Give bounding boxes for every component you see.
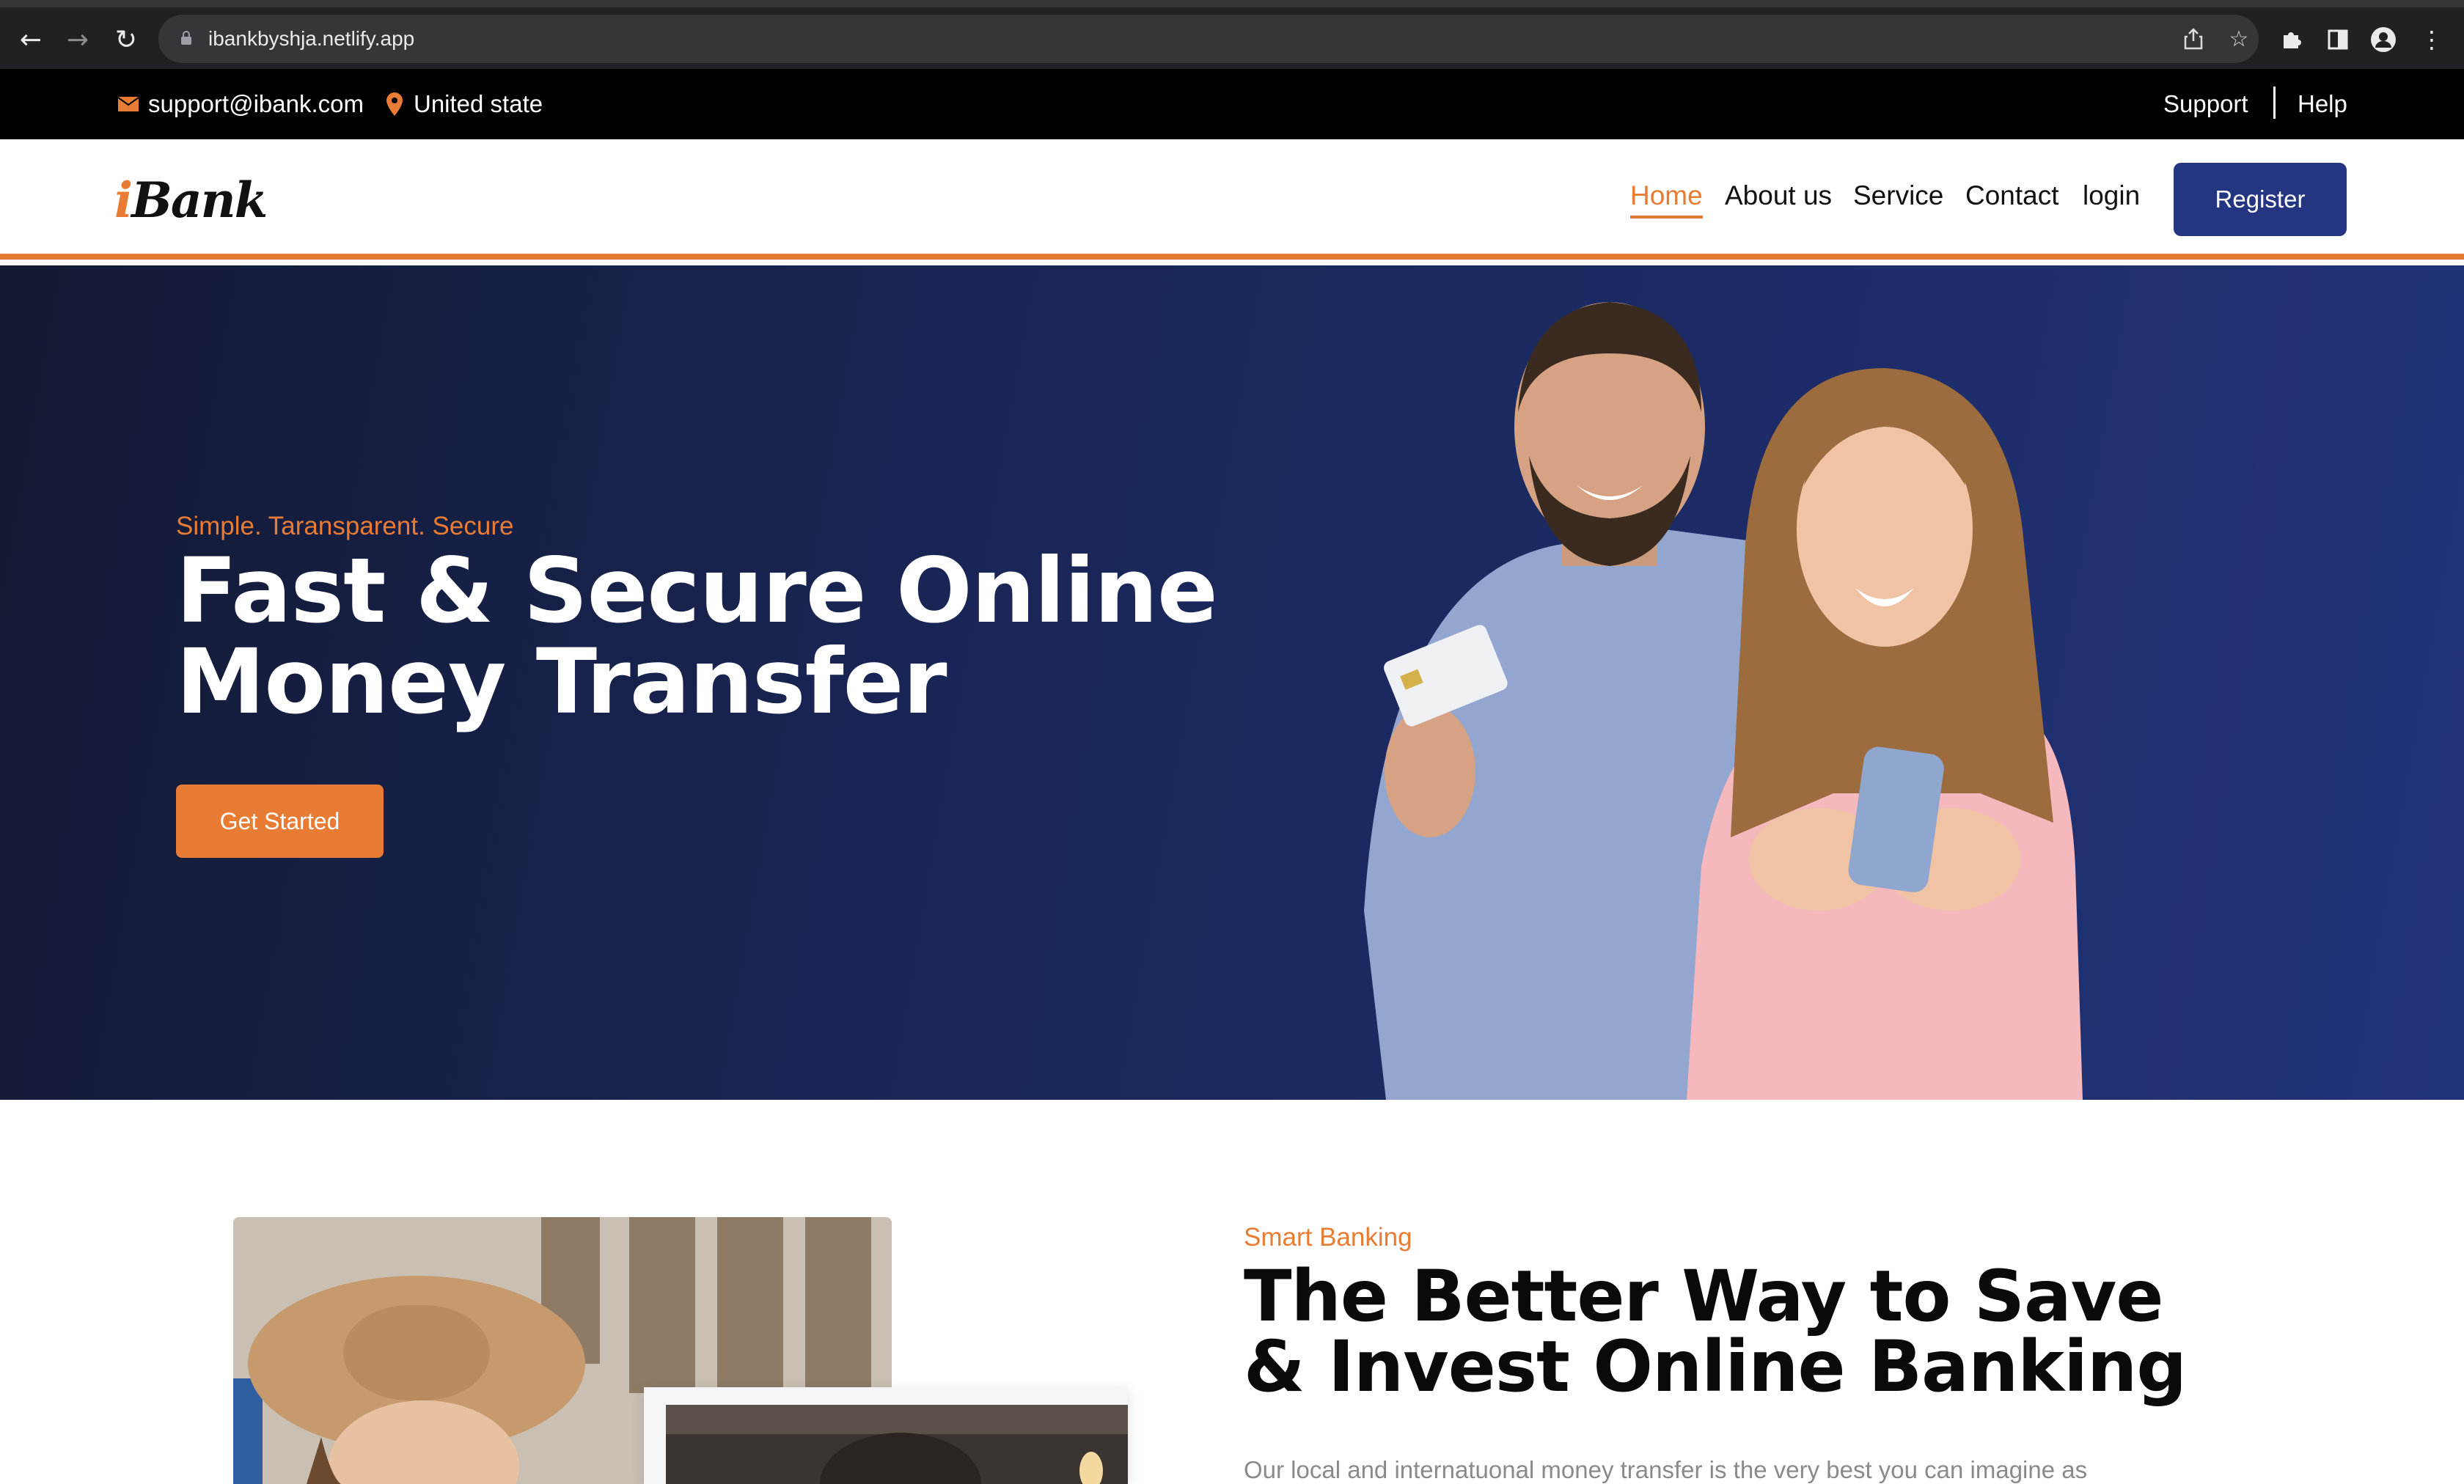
puzzle-icon[interactable] <box>2275 23 2307 56</box>
nav-service[interactable]: Service <box>1853 180 1943 211</box>
hero-title: Fast & Secure Online Money Transfer <box>176 539 1218 734</box>
couple-image <box>666 1405 1128 1484</box>
secondary-image-card <box>644 1387 1128 1484</box>
profile-icon[interactable] <box>2367 23 2399 56</box>
email-text: support@ibank.com <box>148 90 364 117</box>
address-bar[interactable]: ibankbyshja.netlify.app ☆ <box>158 15 2259 63</box>
nav-home[interactable]: Home <box>1630 180 1703 218</box>
nav-contact[interactable]: Contact <box>1965 180 2059 211</box>
forward-icon[interactable]: → <box>62 23 94 56</box>
nav-about-us[interactable]: About us <box>1725 180 1832 211</box>
nav-login[interactable]: login <box>2083 180 2140 211</box>
browser-toolbar: ← → ↻ ibankbyshja.netlify.app ☆ ⋮ <box>0 0 2464 69</box>
kebab-menu-icon[interactable]: ⋮ <box>2416 23 2448 56</box>
section-title: The Better Way to Save & Invest Online B… <box>1244 1255 2187 1408</box>
url-text[interactable]: ibankbyshja.netlify.app <box>208 15 414 63</box>
share-icon[interactable] <box>2179 25 2207 53</box>
top-info-bar: support@ibank.com United state Support H… <box>0 69 2464 139</box>
logo-prefix: i <box>114 172 133 229</box>
section-description: Our local and internatuonal money transf… <box>1244 1456 2088 1483</box>
topbar-divider <box>2273 87 2276 119</box>
email-contact[interactable]: support@ibank.com <box>117 69 364 139</box>
star-icon[interactable]: ☆ <box>2225 25 2253 53</box>
register-button[interactable]: Register <box>2174 163 2347 236</box>
get-started-button[interactable]: Get Started <box>176 785 384 858</box>
hero-section: Simple. Taransparent. Secure Fast & Secu… <box>0 265 2464 1100</box>
support-link[interactable]: Support <box>2163 69 2248 139</box>
lock-icon[interactable] <box>180 31 192 45</box>
main-navbar: iBank Home About us Service Contact logi… <box>0 139 2464 260</box>
ibank-logo[interactable]: iBank <box>114 172 268 230</box>
reload-icon[interactable]: ↻ <box>110 23 142 56</box>
hero-eyebrow: Simple. Taransparent. Secure <box>176 512 514 540</box>
mail-icon <box>117 97 139 111</box>
location-text: United state <box>414 90 543 117</box>
back-icon[interactable]: ← <box>15 23 47 56</box>
hero-people-image <box>1364 302 2083 1100</box>
location-info: United state <box>386 69 543 139</box>
logo-text: Bank <box>131 172 268 229</box>
sidepanel-icon[interactable] <box>2322 23 2354 56</box>
help-link[interactable]: Help <box>2298 69 2347 139</box>
section-eyebrow: Smart Banking <box>1244 1223 1412 1252</box>
map-pin-icon <box>386 92 403 116</box>
